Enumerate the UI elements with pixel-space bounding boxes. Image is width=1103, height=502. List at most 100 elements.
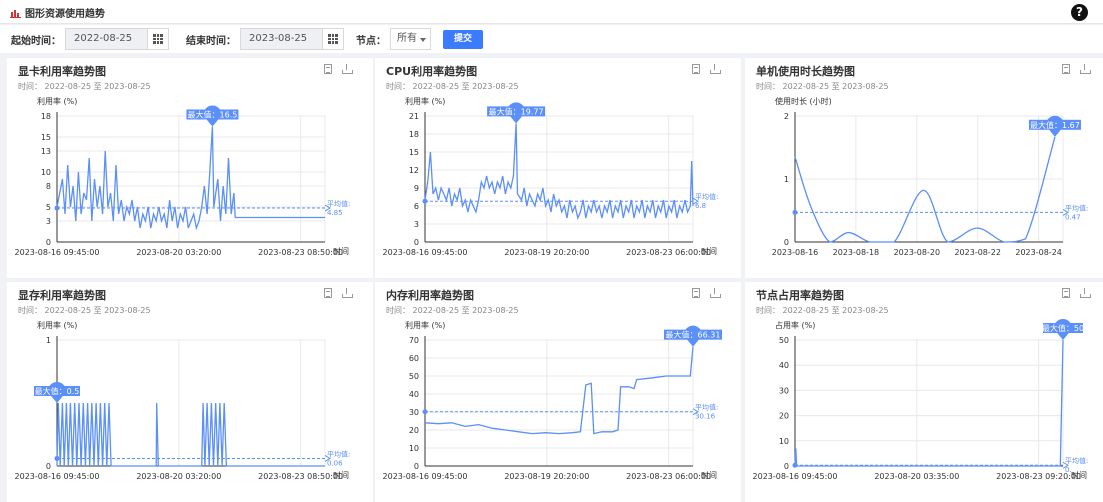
filter-bar: 起始时间： 2022-08-25 结束时间： 2023-08-25 节点： 所有… [0, 25, 1103, 53]
y-tick-label: 3 [414, 220, 419, 229]
max-value-label: 最大值：50 [1042, 323, 1084, 333]
y-tick-label: 20 [779, 412, 789, 421]
line-chart: 利用率 (%)时间0102030405060702023-08-16 09:45… [383, 320, 722, 481]
y-tick-label: 8 [46, 182, 51, 191]
x-tick-label: 2023-08-19 20:20:00 [504, 472, 589, 481]
start-date-input[interactable]: 2022-08-25 [65, 28, 147, 50]
y-axis-label: 利用率 (%) [405, 320, 445, 330]
x-tick-label: 2023-08-16 09:45:00 [753, 472, 838, 481]
y-tick-label: 3 [46, 217, 51, 226]
line-chart: 利用率 (%)时间0358101315182023-08-16 09:45:00… [15, 96, 351, 257]
node-select-value: 所有 [397, 33, 417, 44]
line-chart: 使用时长 (小时) 0 1 2 2023-08-16 2023-08-18 2023-08-… [772, 96, 1089, 257]
chart-panel: 内存利用率趋势图 时间： 2022-08-25 至 2023-08-25 利用率 (… [375, 282, 741, 502]
average-label: 平均值: [327, 449, 350, 458]
x-tick-label: 2023-08-16 09:45:00 [15, 248, 100, 257]
node-select[interactable]: 所有 [390, 28, 431, 50]
x-tick-label: 2023-08-23 06:00:00 [626, 248, 711, 257]
max-value-label: 最大值：66.31 [666, 330, 721, 340]
page-title-text: 图形资源使用趋势 [25, 9, 105, 20]
y-tick-label: 10 [779, 437, 789, 446]
average-value: 30.16 [695, 413, 716, 421]
average-line-start-dot [792, 209, 798, 215]
y-tick-label: 0 [784, 462, 789, 471]
y-tick-label: 30 [779, 386, 789, 395]
average-label: 平均值: [327, 199, 350, 208]
y-axis-label: 使用时长 (小时) [775, 96, 832, 106]
chart-panel: 显卡利用率趋势图 时间： 2022-08-25 至 2023-08-25 利用率 (… [7, 58, 373, 278]
end-time-label: 结束时间： [186, 35, 236, 47]
x-tick-label: 2023-08-23 08:50:00 [258, 472, 343, 481]
average-label: 平均值: [695, 403, 718, 412]
series-line [424, 346, 694, 435]
average-line-start-dot [54, 455, 60, 461]
x-tick-label: 2023-08-22 [954, 248, 1001, 257]
y-tick-label: 1 [46, 336, 51, 345]
series-line [424, 123, 694, 221]
start-time-label: 起始时间： [11, 35, 61, 47]
y-axis-label: 占用率 (%) [775, 320, 815, 330]
start-calendar-button[interactable] [147, 28, 169, 50]
average-value: 4.85 [327, 209, 343, 217]
y-tick-label: 15 [409, 148, 419, 157]
y-tick-label: 60 [409, 354, 419, 363]
series-line [56, 126, 325, 231]
x-tick-label: 2023-08-23 08:50:00 [258, 248, 343, 257]
y-axis-label: 利用率 (%) [37, 96, 77, 106]
x-tick-label: 2023-08-20 03:35:00 [874, 472, 959, 481]
node-label: 节点： [356, 35, 386, 47]
line-chart: 利用率 (%)时间0369121518212023-08-16 09:45:00… [383, 96, 719, 257]
chart-panel: CPU利用率趋势图 时间： 2022-08-25 至 2023-08-25 利用率 … [375, 58, 741, 278]
x-tick-label: 2023-08-23 06:00:00 [626, 472, 711, 481]
max-value-label: 最大值：1.67 [1030, 120, 1080, 130]
x-tick-label: 2023-08-20 03:20:00 [136, 472, 221, 481]
average-value: 0.06 [327, 459, 343, 467]
chart-panel: 显存利用率趋势图 时间： 2022-08-25 至 2023-08-25 利用率 (… [7, 282, 373, 502]
end-date-input[interactable]: 2023-08-25 [240, 28, 322, 50]
y-tick-label: 0 [46, 238, 51, 247]
submit-button[interactable]: 提交 [443, 29, 483, 49]
y-tick-label: 5 [46, 203, 51, 212]
average-line-start-dot [54, 205, 60, 211]
average-label: 平均值: [1065, 456, 1088, 465]
top-bar: 图形资源使用趋势 ? [0, 0, 1103, 24]
y-tick-label: 13 [41, 147, 51, 156]
average-value: 6.8 [695, 202, 706, 210]
y-tick-label: 40 [409, 390, 419, 399]
series-line [794, 136, 1056, 243]
max-value-label: 最大值：0.5 [35, 386, 80, 396]
bar-chart-icon [10, 8, 21, 18]
y-axis-label: 利用率 (%) [37, 320, 77, 330]
y-tick-label: 2 [784, 112, 789, 121]
y-tick-label: 50 [779, 336, 789, 345]
series-line [794, 339, 1064, 467]
y-tick-label: 0 [784, 238, 789, 247]
chevron-down-icon [420, 38, 426, 42]
chart-panel: 单机使用时长趋势图 时间： 2022-08-25 至 2023-08-25 使用时长… [745, 58, 1103, 278]
average-line-start-dot [422, 198, 428, 204]
max-value-label: 最大值：19.77 [489, 106, 544, 116]
average-label: 平均值: [1065, 203, 1088, 212]
end-calendar-button[interactable] [322, 28, 344, 50]
max-value-label: 最大值：16.5 [188, 110, 238, 120]
x-tick-label: 2023-08-20 03:20:00 [136, 248, 221, 257]
y-tick-label: 0 [46, 462, 51, 471]
page-title: 图形资源使用趋势 [10, 5, 105, 20]
average-value: 0.47 [1065, 213, 1081, 221]
average-label: 平均值: [695, 192, 718, 201]
series-line [56, 402, 325, 467]
y-tick-label: 70 [409, 336, 419, 345]
x-tick-label: 2023-08-24 [1015, 248, 1062, 257]
x-tick-label: 2023-08-16 09:45:00 [15, 472, 100, 481]
line-chart: 占用率 (%)时间010203040502023-08-16 09:45:00 2… [753, 319, 1088, 481]
y-tick-label: 40 [779, 361, 789, 370]
y-tick-label: 21 [409, 112, 419, 121]
average-value: 0. [1065, 466, 1072, 474]
y-tick-label: 0 [414, 462, 419, 471]
y-tick-label: 0 [414, 238, 419, 247]
y-tick-label: 12 [409, 166, 419, 175]
y-tick-label: 6 [414, 202, 419, 211]
x-tick-label: 2023-08-16 09:45:00 [383, 248, 468, 257]
y-axis-label: 利用率 (%) [405, 96, 445, 106]
help-icon[interactable]: ? [1071, 4, 1088, 21]
